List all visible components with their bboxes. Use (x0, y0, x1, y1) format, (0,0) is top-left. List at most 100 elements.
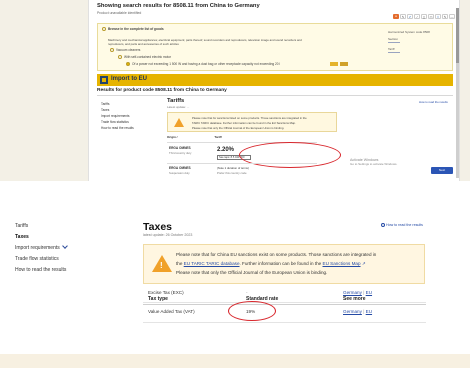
results-title: Results for product code 8508.11 from Ch… (97, 88, 227, 93)
warning-line: Please note that for sanctions listed on… (192, 116, 307, 120)
warning-line-3: Please note that only the Official Journ… (176, 270, 328, 275)
sanctions-warning: Please note that for sanctions listed on… (167, 112, 337, 132)
next-button[interactable]: Next (431, 167, 453, 174)
zoom-icon[interactable]: ● (393, 14, 399, 19)
row2-detail: Prefer this country code (217, 171, 247, 175)
tariffs-subtitle: Latest update: ... (167, 105, 190, 109)
sidebar-item-taxes[interactable]: Taxes (15, 232, 115, 243)
highlight-icon[interactable]: / (414, 14, 420, 19)
chevron-down-icon (61, 243, 68, 249)
goods-classification-box: Browse in the complete list of goods Mac… (97, 23, 453, 71)
search-results-title: Showing search results for 8508.11 from … (97, 3, 260, 9)
divider (143, 302, 426, 303)
warning-text: the (176, 261, 184, 266)
sanctions-map-link[interactable]: EU Sanctions Map (323, 261, 361, 266)
node-icon (126, 62, 130, 66)
origin-header: Origin / (167, 135, 178, 139)
how-to-read-link[interactable]: How to read the results (386, 223, 423, 227)
taric-link[interactable]: EU TARIC TARIC database (184, 261, 240, 266)
share-icon[interactable]: ⇪ (435, 14, 441, 19)
node-vacuum[interactable]: Vacuum cleaners (116, 48, 140, 52)
node-icon (102, 27, 106, 31)
flag-icon (340, 62, 348, 66)
node-icon (110, 48, 114, 52)
germany-link[interactable]: Germany (343, 309, 362, 314)
sidebar-item-trade-flow[interactable]: Trade flow statistics (15, 254, 115, 265)
separator-pipe: | (363, 290, 365, 295)
external-link-icon: ↗ (360, 261, 366, 266)
hs-section-label: Section (388, 37, 399, 41)
mini-sidebar: Tariffs Taxes Import requirements Trade … (101, 101, 134, 131)
sanctions-warning: ! Please note that for China EU sanction… (143, 244, 425, 284)
marker-icon[interactable]: ✐ (407, 14, 413, 19)
warning-line-1: Please note that for China EU sanctions … (176, 252, 377, 257)
row2-sub: Suspension duty (169, 171, 190, 175)
taxes-screenshot: Tariffs Taxes Import requirements Trade … (0, 201, 470, 368)
shape-icon[interactable]: ▭ (428, 14, 434, 19)
row2-origin: ERGA OMNES (169, 166, 191, 170)
tariffs-heading: Tariffs (167, 98, 185, 104)
import-icon (100, 76, 108, 84)
warning-line: Please note that only the Official Journ… (192, 126, 285, 130)
pen-icon[interactable]: ✎ (400, 14, 406, 19)
edit-icon[interactable]: ✎ (442, 14, 448, 19)
windows-watermark: Activate Windows Go to Settings to activ… (350, 158, 397, 167)
hs-tariff-label: Tariff (388, 47, 395, 51)
how-to-read-link[interactable]: How to read the results (419, 100, 448, 104)
row1-sub: Third country duty (169, 151, 192, 155)
annotation-ellipse (228, 301, 276, 321)
hs-code-label: Harmonized System code 8508 (388, 30, 430, 34)
divider (388, 52, 400, 53)
separator (0, 181, 470, 201)
search-results-subtitle: Product unavailable identified (97, 11, 142, 15)
footer-strip (0, 354, 470, 368)
warning-line: TARIC TARIC database. Further informatio… (192, 121, 296, 125)
tariff-header: Tariff (214, 135, 222, 139)
browse-heading: Browse in the complete list of goods (108, 27, 164, 31)
node-power[interactable]: Of a power not exceeding 1 500 W and hav… (132, 62, 280, 66)
info-icon (381, 223, 385, 227)
row1-origin: ERGA OMNES (169, 146, 191, 150)
exclamation-icon: ! (160, 261, 163, 270)
sidebar-item-label: Import requirements (15, 245, 60, 251)
divider (143, 304, 426, 305)
row2-note: (Note 1 duration of terms) (217, 166, 249, 170)
mini-sidebar-item[interactable]: How to read the results (101, 125, 134, 131)
sidebar-item-tariffs[interactable]: Tariffs (15, 221, 115, 232)
more-icon[interactable]: ⋯ (449, 14, 455, 19)
flag-icon (330, 62, 338, 66)
last-update: latest update: 26 October 2023 (143, 233, 193, 237)
import-to-eu-band: Import to EU (97, 74, 453, 86)
page-title: Taxes (143, 221, 172, 233)
eu-link[interactable]: EU (366, 309, 372, 314)
vat-see-more: Germany | EU (343, 309, 372, 314)
node-motor[interactable]: With self-contained electric motor (124, 55, 171, 59)
toolbar: ● ✎ ✐ / ◻ ▭ ⇪ ✎ ⋯ (393, 14, 455, 19)
divider (167, 163, 317, 164)
chapter-description-2: reproducers, and parts and accessories o… (108, 42, 179, 46)
germany-link[interactable]: Germany (343, 290, 362, 295)
divider (388, 42, 400, 43)
sidebar-item-import-requirements[interactable]: Import requirements (15, 243, 115, 254)
tariff-table-head: Origin / Tariff (167, 135, 222, 139)
tariffs-screenshot: Showing search results for 8508.11 from … (88, 0, 460, 181)
warning-line-2: the EU TARIC TARIC database. Further inf… (176, 261, 366, 267)
watermark-line: Go to Settings to activate Windows. (350, 162, 398, 167)
eu-link[interactable]: EU (366, 290, 372, 295)
divider (143, 322, 426, 323)
divider (97, 95, 453, 96)
import-to-eu-title: Import to EU (111, 76, 147, 82)
annotation-ellipse (239, 142, 341, 168)
excise-see-more: Germany | EU (343, 290, 372, 295)
sidebar: Tariffs Taxes Import requirements Trade … (15, 221, 115, 276)
warning-icon (174, 118, 184, 127)
vat-tax-type: Value Added Tax (VAT) (148, 309, 195, 314)
sidebar-item-how-to-read[interactable]: How to read the results (15, 265, 115, 276)
eraser-icon[interactable]: ◻ (421, 14, 427, 19)
excise-tax-rate: - (246, 290, 248, 295)
row1-rate: 2.20% (217, 147, 235, 153)
excise-tax-type: Excise Tax (EXC) (148, 290, 184, 295)
scrollbar[interactable] (456, 8, 459, 178)
separator-pipe: | (363, 309, 365, 314)
node-icon (118, 55, 122, 59)
